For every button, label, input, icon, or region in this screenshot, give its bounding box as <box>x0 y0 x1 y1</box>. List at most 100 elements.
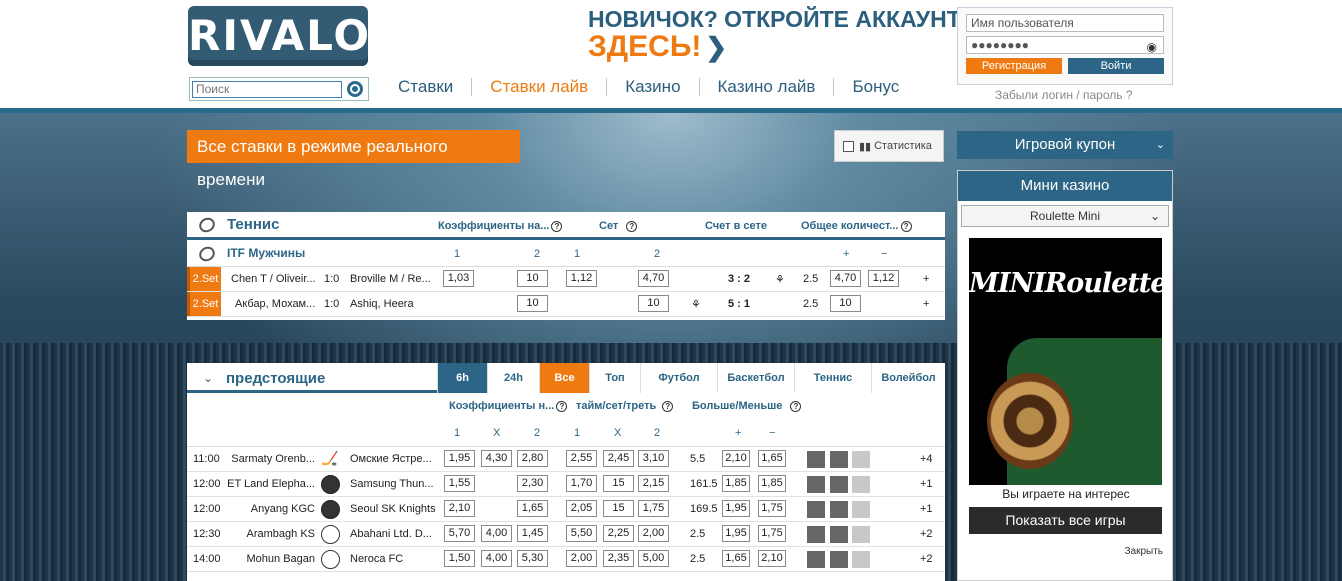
more-markets[interactable]: + <box>923 273 929 285</box>
odd-button[interactable]: 2,05 <box>566 500 597 517</box>
odd-button[interactable]: 3,10 <box>638 450 669 467</box>
odd-button[interactable]: 2,55 <box>566 450 597 467</box>
odd-button[interactable]: 4,70 <box>638 270 669 287</box>
help-icon[interactable]: ? <box>551 221 563 232</box>
help-icon[interactable]: ? <box>626 221 638 232</box>
odd-button[interactable]: 15 <box>603 500 634 517</box>
tab-24h[interactable]: 24h <box>487 363 539 393</box>
match-row[interactable]: 12:00 Anyang KGC Seoul SK Knights 2,10 1,65 2… <box>187 497 945 522</box>
stats-icon[interactable] <box>830 451 848 468</box>
lineup-icon[interactable] <box>807 526 825 543</box>
game-select[interactable]: Roulette Mini ⌄ <box>961 205 1169 227</box>
odd-button[interactable]: 2,00 <box>566 550 597 567</box>
promo-headline[interactable]: НОВИЧОК? ОТКРОЙТЕ АККАУНТ <box>588 6 961 33</box>
search-icon[interactable] <box>347 81 363 97</box>
odd-button[interactable]: 2,00 <box>638 525 669 542</box>
odd-button[interactable]: 1,95 <box>444 450 475 467</box>
forgot-link[interactable]: Забыли логин / пароль ? <box>995 88 1133 102</box>
odd-button[interactable]: 5,00 <box>638 550 669 567</box>
help-icon[interactable]: ? <box>662 401 674 412</box>
lineup-icon[interactable] <box>807 476 825 493</box>
nav-bets[interactable]: Ставки <box>380 78 473 96</box>
rivalo-logo[interactable]: RIVALO <box>188 6 369 66</box>
match-row[interactable]: 2.Set Акбар, Мохам... 1:0 Ashiq, Heera 1… <box>187 292 945 317</box>
odd-button[interactable]: 5,30 <box>517 550 548 567</box>
odd-button[interactable]: 1,55 <box>444 475 475 492</box>
help-icon[interactable]: ? <box>790 401 802 412</box>
chevron-down-icon[interactable]: ⌄ <box>203 371 213 385</box>
odd-button[interactable]: 1,75 <box>758 500 786 517</box>
odd-button[interactable]: 2,35 <box>603 550 634 567</box>
stats-icon[interactable] <box>830 476 848 493</box>
search-input[interactable] <box>192 80 342 98</box>
match-row[interactable]: 12:30 Arambagh KS Abahani Ltd. D... 5,70 4,0… <box>187 522 945 547</box>
stats-icon[interactable] <box>830 551 848 568</box>
eye-icon[interactable]: ◉ <box>1147 39 1157 55</box>
more-markets[interactable]: +2 <box>920 528 933 540</box>
tab-volleyball[interactable]: Волейбол <box>871 363 945 393</box>
tab-basketball[interactable]: Баскетбол <box>717 363 794 393</box>
tab-all[interactable]: Все <box>539 363 589 393</box>
tv-icon[interactable] <box>852 551 870 568</box>
stats-icon[interactable] <box>830 501 848 518</box>
odd-button[interactable]: 1,45 <box>517 525 548 542</box>
tab-6h[interactable]: 6h <box>437 363 487 393</box>
more-markets[interactable]: +2 <box>920 553 933 565</box>
stats-toggle[interactable]: ▮▮ Статистика <box>834 130 944 162</box>
more-markets[interactable]: + <box>923 298 929 310</box>
login-button[interactable]: Войти <box>1068 58 1164 74</box>
nav-live-bets[interactable]: Ставки лайв <box>472 78 608 96</box>
checkbox[interactable] <box>843 140 854 152</box>
register-button[interactable]: Регистрация <box>966 58 1062 74</box>
tv-icon[interactable] <box>852 526 870 543</box>
username-field[interactable]: Имя пользователя <box>966 14 1164 32</box>
promo-link[interactable]: ЗДЕСЬ! ❯ <box>588 30 727 64</box>
odd-button[interactable]: 1,85 <box>722 475 750 492</box>
odd-button[interactable]: 1,95 <box>722 525 750 542</box>
match-row[interactable]: 2.Set Chen T / Oliveir... 1:0 Broville M… <box>187 267 945 292</box>
odd-button[interactable]: 1,12 <box>566 270 597 287</box>
tab-top[interactable]: Топ <box>589 363 640 393</box>
tab-tennis[interactable]: Теннис <box>794 363 871 393</box>
odd-button[interactable]: 5,50 <box>566 525 597 542</box>
odd-button[interactable]: 10 <box>830 295 861 312</box>
tv-icon[interactable] <box>852 451 870 468</box>
roulette-game-frame[interactable]: MINIRoulette <box>969 238 1167 485</box>
odd-button[interactable]: 2,10 <box>444 500 475 517</box>
odd-button[interactable]: 1,95 <box>722 500 750 517</box>
show-all-games-button[interactable]: Показать все игры <box>969 507 1162 534</box>
odd-button[interactable]: 2,80 <box>517 450 548 467</box>
odd-button[interactable]: 2,30 <box>517 475 548 492</box>
odd-button[interactable]: 10 <box>517 295 548 312</box>
odd-button[interactable]: 10 <box>517 270 548 287</box>
odd-button[interactable]: 4,00 <box>481 525 512 542</box>
odd-button[interactable]: 1,75 <box>638 500 669 517</box>
match-row[interactable]: 11:00 Sarmaty Orenb... 🏒 Омские Ястре... 1,9… <box>187 447 945 472</box>
odd-button[interactable]: 1,70 <box>566 475 597 492</box>
stats-icon[interactable] <box>830 526 848 543</box>
match-row[interactable]: 14:00 Mohun Bagan Neroca FC 1,50 4,00 5,30 2,0… <box>187 547 945 572</box>
lineup-icon[interactable] <box>807 501 825 518</box>
more-markets[interactable]: +1 <box>920 503 933 515</box>
odd-button[interactable]: 1,50 <box>444 550 475 567</box>
more-markets[interactable]: +4 <box>920 453 933 465</box>
odd-button[interactable]: 1,65 <box>517 500 548 517</box>
tv-icon[interactable] <box>852 476 870 493</box>
lineup-icon[interactable] <box>807 451 825 468</box>
odd-button[interactable]: 1,65 <box>722 550 750 567</box>
odd-button[interactable]: 5,70 <box>444 525 475 542</box>
lineup-icon[interactable] <box>807 551 825 568</box>
odd-button[interactable]: 2,10 <box>758 550 786 567</box>
odd-button[interactable]: 1,12 <box>868 270 899 287</box>
tab-football[interactable]: Футбол <box>640 363 717 393</box>
odd-button[interactable]: 2,10 <box>722 450 750 467</box>
odd-button[interactable]: 1,03 <box>443 270 474 287</box>
nav-live-casino[interactable]: Казино лайв <box>700 78 835 96</box>
odd-button[interactable]: 2,25 <box>603 525 634 542</box>
more-markets[interactable]: +1 <box>920 478 933 490</box>
close-link[interactable]: Закрыть <box>1124 546 1163 557</box>
help-icon[interactable]: ? <box>556 401 568 412</box>
nav-bonus[interactable]: Бонус <box>834 78 917 96</box>
odd-button[interactable]: 1,75 <box>758 525 786 542</box>
odd-button[interactable]: 15 <box>603 475 634 492</box>
